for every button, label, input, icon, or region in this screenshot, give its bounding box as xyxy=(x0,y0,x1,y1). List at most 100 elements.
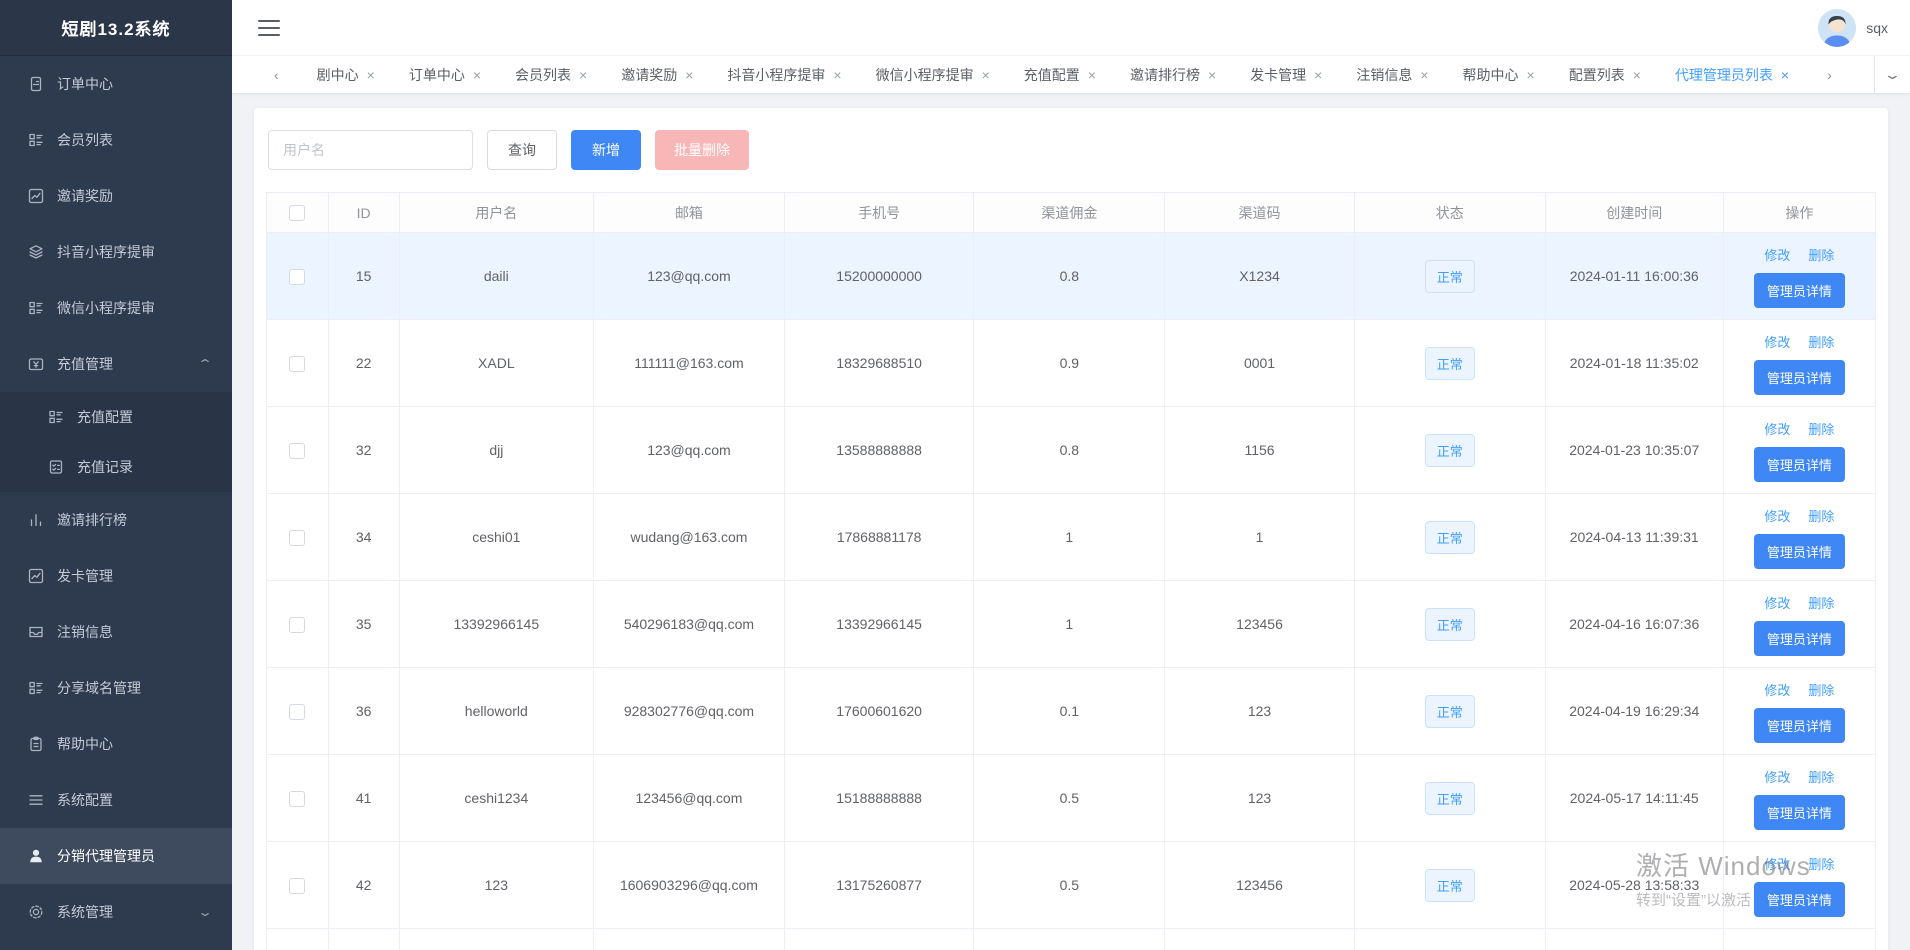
sidebar-item[interactable]: 充值配置 xyxy=(0,392,232,442)
add-button[interactable]: 新增 xyxy=(571,130,641,170)
tab-close-icon[interactable]: × xyxy=(982,68,990,82)
admin-detail-button[interactable]: 管理员详情 xyxy=(1754,534,1845,569)
sidebar-item[interactable]: 邀请奖励 xyxy=(0,168,232,224)
sidebar-item[interactable]: 帮助中心 xyxy=(0,716,232,772)
tab[interactable]: 邀请排行榜× xyxy=(1130,65,1216,85)
delete-link[interactable]: 删除 xyxy=(1808,422,1834,437)
edit-link[interactable]: 修改 xyxy=(1764,422,1790,437)
search-button[interactable]: 查询 xyxy=(487,130,557,170)
username-search-input[interactable] xyxy=(268,130,473,170)
table-cell xyxy=(784,929,973,950)
status-badge: 正常 xyxy=(1425,347,1475,380)
status-cell: 正常 xyxy=(1354,494,1545,581)
sidebar-item-label: 订单中心 xyxy=(57,74,113,94)
tab[interactable]: 邀请奖励× xyxy=(621,65,693,85)
table-cell xyxy=(328,929,399,950)
tab-label: 订单中心 xyxy=(409,65,465,85)
row-checkbox[interactable] xyxy=(289,269,305,285)
tabs-scroll-left-icon[interactable]: ‹ xyxy=(270,67,283,83)
tab[interactable]: 抖音小程序提审× xyxy=(727,65,841,85)
tab[interactable]: 会员列表× xyxy=(515,65,587,85)
tab-close-icon[interactable]: × xyxy=(685,68,693,82)
username-cell: ceshi01 xyxy=(399,494,593,581)
edit-link[interactable]: 修改 xyxy=(1764,248,1790,263)
delete-link[interactable]: 删除 xyxy=(1808,248,1834,263)
admin-detail-button[interactable]: 管理员详情 xyxy=(1754,882,1845,917)
username-cell: daili xyxy=(399,233,593,320)
channel-code-cell: X1234 xyxy=(1165,233,1354,320)
row-checkbox[interactable] xyxy=(289,530,305,546)
admin-detail-button[interactable]: 管理员详情 xyxy=(1754,795,1845,830)
tab[interactable]: 充值配置× xyxy=(1024,65,1096,85)
tab-close-icon[interactable]: × xyxy=(367,68,375,82)
admin-detail-button[interactable]: 管理员详情 xyxy=(1754,273,1845,308)
admin-detail-button[interactable]: 管理员详情 xyxy=(1754,360,1845,395)
row-checkbox[interactable] xyxy=(289,356,305,372)
edit-link[interactable]: 修改 xyxy=(1764,683,1790,698)
tab[interactable]: 发卡管理× xyxy=(1250,65,1322,85)
tab[interactable]: 代理管理员列表× xyxy=(1675,65,1789,85)
sidebar-item[interactable]: 充值管理⌃ xyxy=(0,336,232,392)
delete-link[interactable]: 删除 xyxy=(1808,857,1834,872)
row-checkbox[interactable] xyxy=(289,443,305,459)
admin-detail-button[interactable]: 管理员详情 xyxy=(1754,708,1845,743)
delete-link[interactable]: 删除 xyxy=(1808,683,1834,698)
tab-close-icon[interactable]: × xyxy=(1781,68,1789,82)
phone-cell: 17868881178 xyxy=(784,494,973,581)
sidebar-item[interactable]: 注销信息 xyxy=(0,604,232,660)
sidebar-item[interactable]: 订单中心 xyxy=(0,56,232,112)
tab[interactable]: 微信小程序提审 × xyxy=(876,65,990,85)
sidebar-item[interactable]: 充值记录 xyxy=(0,442,232,492)
tab-close-icon[interactable]: × xyxy=(1633,68,1641,82)
delete-link[interactable]: 删除 xyxy=(1808,509,1834,524)
tab-close-icon[interactable]: × xyxy=(1088,68,1096,82)
delete-link[interactable]: 删除 xyxy=(1808,335,1834,350)
sidebar-item[interactable]: 分享域名管理 xyxy=(0,660,232,716)
delete-link[interactable]: 删除 xyxy=(1808,596,1834,611)
edit-link[interactable]: 修改 xyxy=(1764,857,1790,872)
menu-lines-icon xyxy=(27,791,45,809)
admin-detail-button[interactable]: 管理员详情 xyxy=(1754,621,1845,656)
user-box[interactable]: sqx xyxy=(1818,9,1888,47)
edit-link[interactable]: 修改 xyxy=(1764,509,1790,524)
tab-close-icon[interactable]: × xyxy=(1527,68,1535,82)
sidebar-item[interactable]: 发卡管理 xyxy=(0,548,232,604)
hamburger-menu-icon[interactable] xyxy=(258,20,280,36)
row-checkbox[interactable] xyxy=(289,704,305,720)
tab-list-dropdown-button[interactable]: ⌄ xyxy=(1874,56,1910,93)
created-time-cell: 2024-04-19 16:29:34 xyxy=(1545,668,1723,755)
tab-close-icon[interactable]: × xyxy=(1314,68,1322,82)
sidebar-item[interactable]: 分销代理管理员 xyxy=(0,828,232,884)
row-checkbox[interactable] xyxy=(289,878,305,894)
sidebar-item[interactable]: 系统配置 xyxy=(0,772,232,828)
avatar[interactable] xyxy=(1818,9,1856,47)
tab-close-icon[interactable]: × xyxy=(1420,68,1428,82)
actions-cell: 修改 删除管理员详情 xyxy=(1723,233,1875,320)
edit-link[interactable]: 修改 xyxy=(1764,335,1790,350)
tab[interactable]: 订单中心 × xyxy=(409,65,481,85)
sidebar-item[interactable]: 抖音小程序提审 xyxy=(0,224,232,280)
admin-detail-button[interactable]: 管理员详情 xyxy=(1754,447,1845,482)
tab-close-icon[interactable]: × xyxy=(473,68,481,82)
batch-delete-button[interactable]: 批量删除 xyxy=(655,130,749,170)
tab-close-icon[interactable]: × xyxy=(579,68,587,82)
tabs-scroll-right-icon[interactable]: › xyxy=(1823,67,1836,83)
tab-close-icon[interactable]: × xyxy=(1208,68,1216,82)
edit-link[interactable]: 修改 xyxy=(1764,596,1790,611)
tab[interactable]: 注销信息× xyxy=(1356,65,1428,85)
delete-link[interactable]: 删除 xyxy=(1808,770,1834,785)
tab[interactable]: 配置列表× xyxy=(1569,65,1641,85)
tab[interactable]: 帮助中心× xyxy=(1463,65,1535,85)
sidebar-item[interactable]: 邀请排行榜 xyxy=(0,492,232,548)
sidebar-item[interactable]: 微信小程序提审 xyxy=(0,280,232,336)
row-checkbox[interactable] xyxy=(289,617,305,633)
tab-close-icon[interactable]: × xyxy=(833,68,841,82)
sidebar-item[interactable]: 会员列表 xyxy=(0,112,232,168)
sidebar-item[interactable]: 系统管理⌄ xyxy=(0,884,232,940)
select-all-checkbox[interactable] xyxy=(289,205,305,221)
edit-link[interactable]: 修改 xyxy=(1764,770,1790,785)
tab[interactable]: 剧中心× xyxy=(317,65,375,85)
row-checkbox[interactable] xyxy=(289,791,305,807)
phone-cell: 13392966145 xyxy=(784,581,973,668)
tab-label: 微信小程序提审 xyxy=(876,65,974,85)
